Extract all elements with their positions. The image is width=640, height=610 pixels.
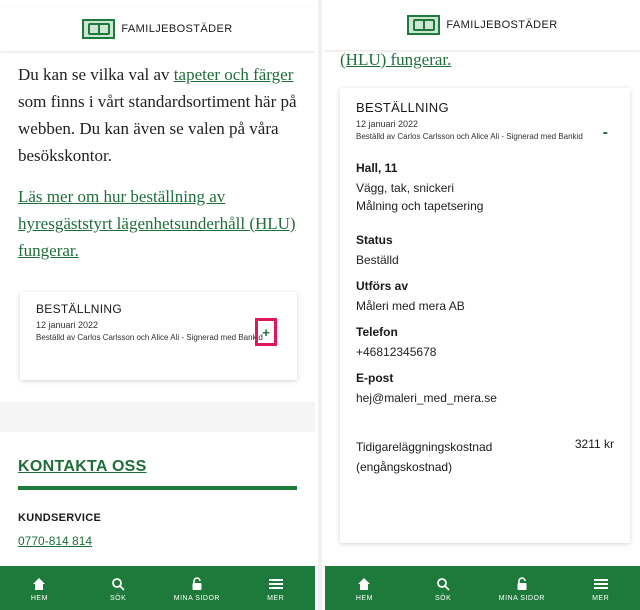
- cost-row: Tidigareläggningskostnad (engångskostnad…: [356, 437, 614, 477]
- expand-button[interactable]: +: [255, 318, 277, 346]
- contact-section: KONTAKTA OSS KUNDSERVICE 0770-814 814: [0, 432, 315, 548]
- wallpaper-colors-link[interactable]: tapeter och färger: [174, 65, 294, 84]
- screen-divider: [318, 0, 322, 610]
- logo-icon[interactable]: [82, 19, 116, 39]
- nav-home-label: HEM: [355, 594, 373, 602]
- nav-more[interactable]: MER: [241, 575, 311, 602]
- nav-search[interactable]: SÖK: [83, 575, 153, 602]
- nav-more-label: MER: [267, 594, 285, 602]
- home-icon: [32, 575, 46, 593]
- right-screen: FAMILJEBOSTÄDER (HLU) fungerar. BESTÄLLN…: [325, 0, 640, 610]
- logo-icon[interactable]: [407, 15, 441, 35]
- nav-home[interactable]: HEM: [4, 575, 74, 602]
- email-section: E-post hej@maleri_med_mera.se: [356, 371, 614, 407]
- nav-my-pages-label: MINA SIDOR: [173, 594, 220, 602]
- contact-rule: [18, 486, 297, 490]
- room-detail-work: Målning och tapetsering: [356, 199, 484, 213]
- order-card[interactable]: BESTÄLLNING 12 januari 2022 Beställd av …: [20, 292, 297, 380]
- nav-my-pages[interactable]: MINA SIDOR: [162, 575, 232, 602]
- nav-more-label: MER: [592, 594, 610, 602]
- brand-name: FAMILJEBOSTÄDER: [121, 23, 233, 35]
- customer-service-label: KUNDSERVICE: [18, 512, 102, 524]
- performer-section: Utförs av Måleri med mera AB: [356, 279, 614, 315]
- lock-icon: [190, 575, 204, 593]
- order-title: BESTÄLLNING: [356, 100, 449, 115]
- performer-value: Måleri med mera AB: [356, 299, 465, 313]
- status-label: Status: [356, 233, 393, 247]
- room-detail-surfaces: Vägg, tak, snickeri: [356, 181, 455, 195]
- nav-my-pages[interactable]: MINA SIDOR: [487, 575, 557, 602]
- status-value: Beställd: [356, 253, 399, 267]
- read-more-link[interactable]: Läs mer om hur beställning av hyresgästs…: [0, 169, 315, 264]
- menu-icon: [593, 575, 609, 593]
- order-card-expanded: BESTÄLLNING 12 januari 2022 Beställd av …: [340, 88, 630, 543]
- contact-title[interactable]: KONTAKTA OSS: [18, 458, 297, 476]
- brand-name: FAMILJEBOSTÄDER: [446, 19, 558, 31]
- section-divider: [0, 402, 315, 432]
- nav-search[interactable]: SÖK: [408, 575, 478, 602]
- room-section: Hall, 11 Vägg, tak, snickeri Målning och…: [356, 161, 614, 215]
- intro-text-start: Du kan se vilka val av: [18, 65, 174, 84]
- plus-icon: +: [262, 324, 270, 340]
- room-label: Hall, 11: [356, 161, 398, 175]
- bottom-nav: HEM SÖK MINA SIDOR MER: [325, 566, 640, 610]
- email-label: E-post: [356, 371, 394, 385]
- cost-value: 3211 kr: [574, 437, 614, 451]
- cost-label: Tidigareläggningskostnad (engångskostnad…: [356, 440, 493, 474]
- customer-service-phone-link[interactable]: 0770-814 814: [18, 534, 297, 548]
- collapse-button[interactable]: -: [603, 124, 608, 142]
- search-icon: [436, 575, 450, 593]
- lock-icon: [515, 575, 529, 593]
- app-header: FAMILJEBOSTÄDER: [325, 0, 640, 50]
- nav-search-label: SÖK: [434, 594, 452, 602]
- nav-more[interactable]: MER: [566, 575, 636, 602]
- order-meta: Beställd av Carlos Carlsson och Alice Al…: [356, 132, 583, 141]
- bottom-nav: HEM SÖK MINA SIDOR MER: [0, 566, 315, 610]
- left-screen: FAMILJEBOSTÄDER Du kan se vilka val av t…: [0, 0, 315, 610]
- nav-home[interactable]: HEM: [329, 575, 399, 602]
- nav-my-pages-label: MINA SIDOR: [498, 594, 545, 602]
- phone-section: Telefon +46812345678: [356, 325, 614, 361]
- nav-search-label: SÖK: [109, 594, 127, 602]
- read-more-link[interactable]: (HLU) fungerar.: [325, 48, 640, 70]
- order-date: 12 januari 2022: [36, 320, 99, 330]
- intro-paragraph: Du kan se vilka val av tapeter och färge…: [0, 51, 315, 169]
- nav-home-label: HEM: [30, 594, 48, 602]
- intro-text-end: som finns i vårt standardsortiment här p…: [18, 92, 297, 165]
- home-icon: [357, 575, 371, 593]
- order-meta: Beställd av Carlos Carlsson och Alice Al…: [36, 333, 263, 342]
- order-date: 12 januari 2022: [356, 119, 419, 129]
- performer-label: Utförs av: [356, 279, 409, 293]
- search-icon: [111, 575, 125, 593]
- order-title: BESTÄLLNING: [36, 302, 122, 316]
- menu-icon: [268, 575, 284, 593]
- phone-value[interactable]: +46812345678: [356, 343, 614, 361]
- status-section: Status Beställd: [356, 233, 614, 269]
- phone-label: Telefon: [356, 325, 398, 339]
- app-header: FAMILJEBOSTÄDER: [0, 7, 315, 51]
- email-value[interactable]: hej@maleri_med_mera.se: [356, 389, 614, 407]
